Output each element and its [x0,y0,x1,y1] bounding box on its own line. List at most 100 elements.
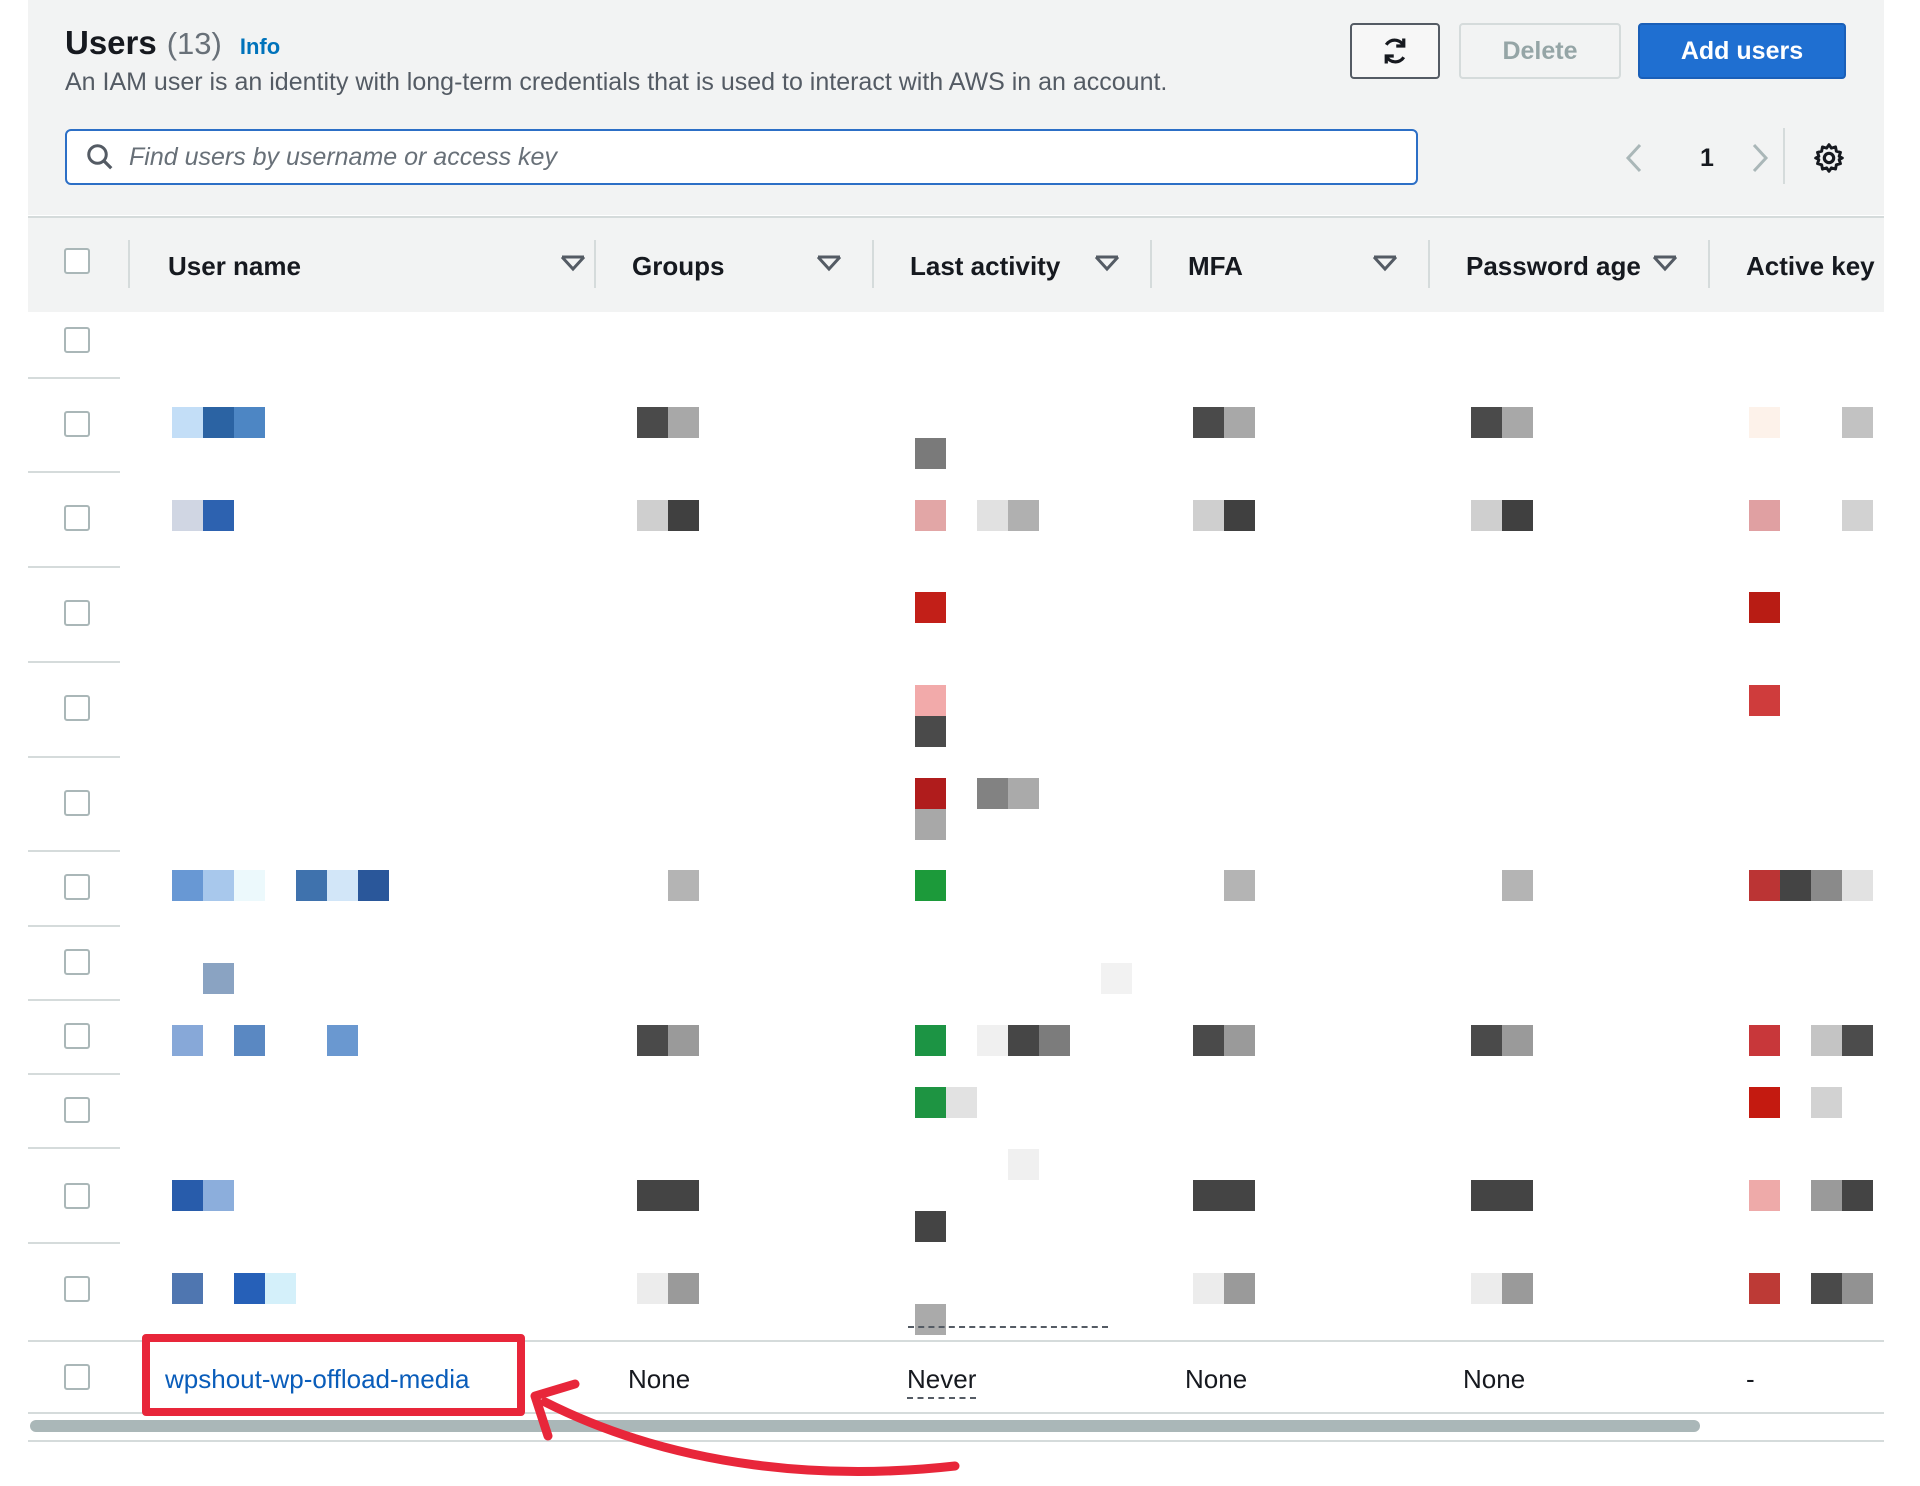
title-row: Users (13) Info [65,24,280,62]
redacted-pixel [1749,870,1780,901]
last-activity-cell[interactable]: Never [907,1364,977,1399]
row-checkbox[interactable] [64,695,90,721]
redacted-pixel [668,870,699,901]
row-divider [28,925,120,927]
redacted-pixel [1008,778,1039,809]
users-header: Users (13) Info An IAM user is an identi… [28,0,1884,215]
gear-icon [1814,143,1844,173]
row-checkbox[interactable] [64,600,90,626]
row-checkbox[interactable] [64,1183,90,1209]
redacted-pixel [915,1211,946,1242]
page-title: Users [65,24,157,61]
select-all-checkbox[interactable] [64,248,90,274]
row-checkbox[interactable] [64,1364,90,1390]
row-checkbox[interactable] [64,790,90,816]
page-number-button[interactable]: 1 [1700,136,1714,180]
redacted-pixel [1749,1087,1780,1118]
redacted-pixel [172,500,203,531]
redacted-pixel [668,1025,699,1056]
redacted-pixel [915,1025,946,1056]
redacted-pixel [637,1025,668,1056]
redacted-pixel [203,870,234,901]
row-checkbox[interactable] [64,1097,90,1123]
redacted-pixel [1008,500,1039,531]
horizontal-scrollbar[interactable] [30,1420,1700,1432]
row-checkbox[interactable] [64,411,90,437]
previous-page-button[interactable] [1622,136,1646,180]
add-users-button[interactable]: Add users [1638,23,1846,79]
row-checkbox[interactable] [64,505,90,531]
redacted-pixel [1811,870,1842,901]
redacted-pixel [915,778,946,809]
redacted-pixel [172,870,203,901]
redacted-pixel [1811,1180,1842,1211]
redacted-pixel [1749,1273,1780,1304]
redacted-pixel [1749,592,1780,623]
column-header-active-key[interactable]: Active key [1746,218,1884,314]
row-checkbox[interactable] [64,1023,90,1049]
redacted-pixel [203,407,234,438]
refresh-button[interactable] [1350,23,1440,79]
password-age-cell: None [1463,1364,1526,1394]
redacted-pixel [172,1025,203,1056]
redacted-pixel [1811,1087,1842,1118]
column-divider [1428,240,1430,288]
delete-button[interactable]: Delete [1459,23,1621,79]
redacted-pixel [668,407,699,438]
redacted-pixel [1224,1273,1255,1304]
redacted-pixel [1471,500,1502,531]
redacted-pixel [1193,1273,1224,1304]
redacted-pixel [1193,407,1224,438]
sort-caret-icon [1094,255,1120,272]
row-divider [28,850,120,852]
redacted-pixel [1471,1025,1502,1056]
preferences-button[interactable] [1813,136,1845,180]
redacted-pixel [1749,685,1780,716]
redacted-pixel [637,407,668,438]
redacted-pixel [915,685,946,716]
redacted-pixel [1811,1025,1842,1056]
row-checkbox[interactable] [64,327,90,353]
row-divider [28,377,120,379]
column-label-last-activity: Last activity [910,250,1061,281]
column-header-user-name[interactable]: User name [168,218,588,314]
column-header-mfa[interactable]: MFA [1188,218,1428,314]
redacted-pixel [1471,1180,1533,1211]
redacted-pixel [234,1025,265,1056]
search-field[interactable] [65,129,1418,185]
row-checkbox[interactable] [64,874,90,900]
redacted-pixel [1502,500,1533,531]
search-icon [85,141,117,173]
column-divider [1708,240,1710,288]
redacted-pixel [915,592,946,623]
column-header-last-activity[interactable]: Last activity [910,218,1150,314]
row-checkbox[interactable] [64,1276,90,1302]
column-divider [1150,240,1152,288]
column-label-user-name: User name [168,250,301,281]
column-header-groups[interactable]: Groups [632,218,872,314]
column-header-password-age[interactable]: Password age [1466,218,1706,314]
redacted-pixel [1193,1025,1224,1056]
redacted-pixel [1502,870,1533,901]
redacted-pixel [915,809,946,840]
info-link[interactable]: Info [240,34,280,60]
redacted-pixel [1224,870,1255,901]
redacted-pixel [296,870,327,901]
page-description: An IAM user is an identity with long-ter… [65,68,1168,96]
redacted-pixel [234,870,265,901]
redacted-pixel [915,1087,946,1118]
redacted-pixel [1502,1273,1533,1304]
redacted-pixel [915,716,946,747]
redacted-pixel [1008,1149,1039,1180]
column-divider [594,240,596,288]
next-page-button[interactable] [1748,136,1772,180]
redacted-pixel [1842,870,1873,901]
row-divider [28,1242,120,1244]
row-divider [28,1073,120,1075]
row-divider [28,999,120,1001]
redacted-pixel [1811,1273,1842,1304]
row-checkbox[interactable] [64,949,90,975]
search-input[interactable] [129,142,1389,172]
row-divider [28,661,120,663]
redacted-pixel [203,1180,234,1211]
